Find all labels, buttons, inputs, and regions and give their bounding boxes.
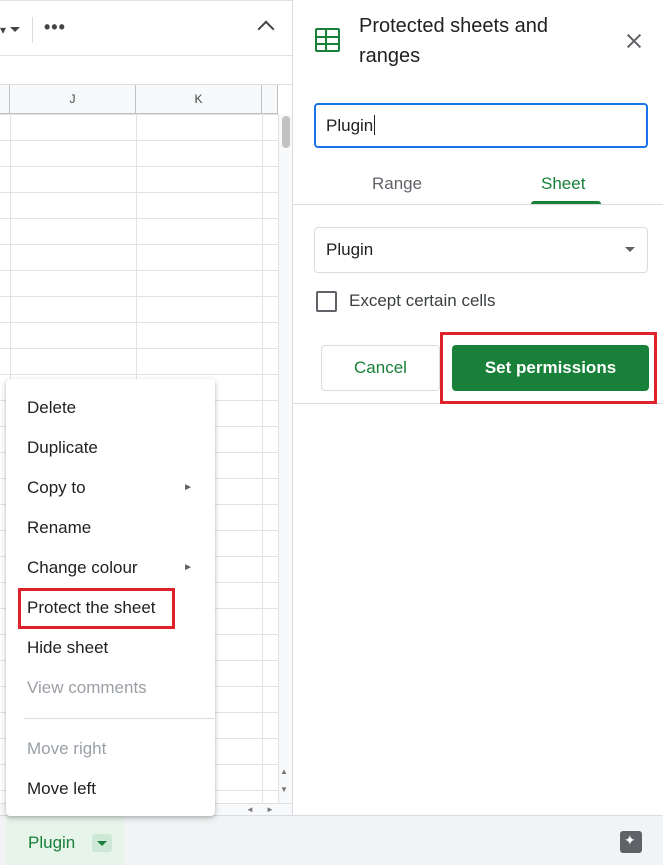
app-window: ▾ ••• J K ▲ ▼ ◄ ► Plugin Delete Duplicat… [0, 0, 663, 865]
tab-range[interactable]: Range [372, 174, 422, 194]
sheet-select-value: Plugin [326, 240, 374, 259]
menu-item-copy-to[interactable]: Copy to ► [6, 470, 215, 506]
sheet-tab-plugin[interactable]: Plugin [6, 816, 124, 865]
scroll-right-arrow-icon[interactable]: ► [266, 805, 274, 814]
menu-item-label: Duplicate [27, 438, 98, 457]
toolbar-divider [32, 17, 33, 43]
sheet-select[interactable]: Plugin [314, 227, 648, 273]
menu-item-view-comments: View comments [6, 670, 215, 706]
range-sheet-tabs: Range Sheet [293, 160, 663, 205]
highlight-set-permissions [440, 332, 657, 404]
menu-item-change-colour[interactable]: Change colour ► [6, 550, 215, 586]
panel-title: Protected sheets and ranges [359, 15, 549, 67]
menu-item-hide-sheet[interactable]: Hide sheet [6, 630, 215, 666]
panel-header: Protected sheets and ranges [293, 0, 663, 75]
menu-item-rename[interactable]: Rename [6, 510, 215, 546]
scroll-up-arrow-icon[interactable]: ▲ [280, 767, 288, 776]
menu-item-label: Delete [27, 398, 77, 417]
menu-item-move-right: Move right [6, 731, 215, 767]
text-cursor [374, 115, 376, 135]
menu-item-label: Move left [27, 779, 96, 798]
sheets-table-icon [315, 28, 340, 52]
menu-item-label: View comments [27, 678, 147, 697]
toolbar: ▾ ••• [0, 0, 292, 56]
tab-sheet[interactable]: Sheet [541, 174, 585, 194]
sheet-tab-bar: Plugin [0, 815, 663, 865]
chevron-down-icon[interactable] [10, 27, 20, 32]
protected-ranges-panel: Protected sheets and ranges Plugin Range… [292, 0, 663, 815]
highlight-protect-sheet [18, 588, 175, 629]
chevron-up-icon[interactable] [257, 20, 275, 38]
scrollbar-thumb[interactable] [282, 116, 290, 148]
menu-item-label: Change colour [27, 558, 138, 577]
menu-item-label: Hide sheet [27, 638, 109, 657]
menu-divider [24, 718, 214, 719]
scroll-left-arrow-icon[interactable]: ◄ [246, 805, 254, 814]
description-input[interactable]: Plugin [314, 103, 648, 148]
explore-icon[interactable] [620, 831, 642, 853]
active-tab-indicator [531, 201, 601, 204]
menu-item-label: Rename [27, 518, 92, 537]
except-cells-label[interactable]: Except certain cells [349, 291, 495, 311]
column-header-partial[interactable] [0, 85, 10, 114]
chevron-down-icon [625, 247, 635, 252]
cancel-button[interactable]: Cancel [321, 345, 440, 391]
submenu-arrow-icon: ► [183, 482, 193, 493]
formula-bar[interactable] [0, 56, 292, 85]
column-header-partial-right[interactable] [262, 85, 278, 114]
description-input-value: Plugin [326, 116, 374, 135]
format-icon[interactable]: ▾ [0, 23, 6, 37]
close-icon[interactable] [623, 30, 645, 52]
menu-item-delete[interactable]: Delete [6, 390, 215, 426]
column-header-j[interactable]: J [10, 85, 136, 114]
column-header-k[interactable]: K [136, 85, 262, 114]
more-horiz-icon[interactable]: ••• [44, 17, 66, 38]
sheet-tab-label: Plugin [28, 833, 76, 852]
vertical-scrollbar[interactable] [278, 114, 292, 815]
sheet-menu-dropdown-icon[interactable] [92, 834, 112, 852]
menu-item-label: Copy to [27, 478, 86, 497]
menu-item-move-left[interactable]: Move left [6, 771, 215, 807]
menu-item-duplicate[interactable]: Duplicate [6, 430, 215, 466]
scroll-down-arrow-icon[interactable]: ▼ [280, 785, 288, 794]
except-cells-checkbox[interactable] [316, 291, 337, 312]
menu-item-label: Move right [27, 739, 107, 758]
submenu-arrow-icon: ► [183, 562, 193, 573]
